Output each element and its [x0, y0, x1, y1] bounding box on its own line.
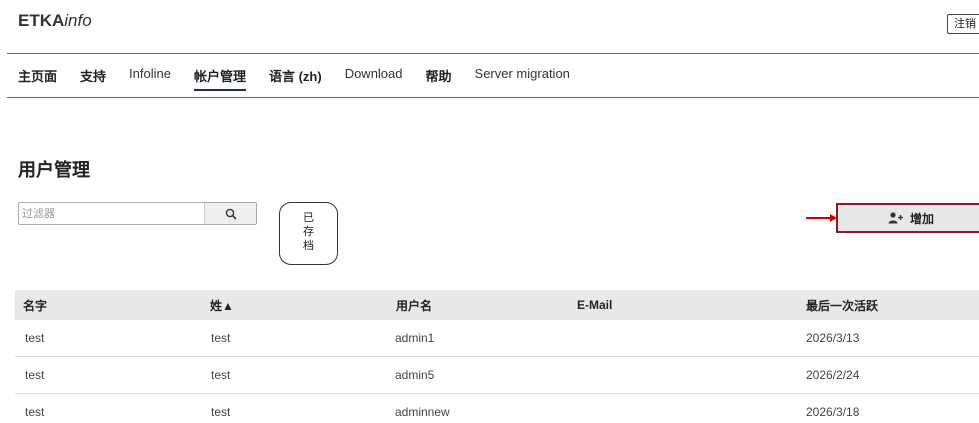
nav-item-3[interactable]: 帐户管理 — [193, 66, 246, 91]
filter-input[interactable] — [19, 203, 205, 224]
search-icon — [225, 208, 237, 220]
column-header-email[interactable]: E-Mail — [577, 290, 612, 320]
cell-first-name: test — [25, 405, 45, 419]
archived-label-char: 档 — [303, 240, 314, 252]
cell-last-name: test — [211, 368, 231, 382]
cell-username: adminnew — [395, 405, 450, 419]
nav-item-5[interactable]: Download — [345, 66, 403, 91]
column-header-username[interactable]: 用户名 — [396, 290, 432, 320]
nav-top-divider — [7, 53, 979, 54]
archived-label-char: 存 — [303, 226, 314, 238]
column-header-first-name[interactable]: 名字 — [23, 290, 47, 320]
archived-toggle-button[interactable]: 已存档 — [279, 202, 338, 265]
nav-bottom-divider — [7, 97, 979, 98]
nav-item-4[interactable]: 语言 (zh) — [269, 66, 322, 91]
add-user-button[interactable]: 增加 — [836, 203, 979, 233]
filter-search-button[interactable] — [205, 203, 256, 224]
add-user-icon — [888, 212, 904, 224]
cell-last-active: 2026/3/18 — [806, 405, 860, 419]
cell-first-name: test — [25, 331, 45, 345]
column-header-last-name[interactable]: 姓▲ — [210, 290, 234, 320]
column-header-last-active[interactable]: 最后一次活跃 — [806, 290, 878, 320]
nav-item-6[interactable]: 帮助 — [426, 66, 452, 91]
cell-username: admin5 — [395, 368, 435, 382]
table-header: 名字 姓▲ 用户名 E-Mail 最后一次活跃 — [15, 290, 979, 320]
nav-item-1[interactable]: 支持 — [80, 66, 106, 91]
add-button-label: 增加 — [910, 211, 935, 226]
cell-last-active: 2026/3/13 — [806, 331, 860, 345]
table-row[interactable]: test test admin1 2026/3/13 — [15, 320, 979, 357]
nav-item-7[interactable]: Server migration — [475, 66, 570, 91]
cell-first-name: test — [25, 368, 45, 382]
cell-last-active: 2026/2/24 — [806, 368, 860, 382]
app-logo: ETKAinfo — [18, 11, 92, 30]
cell-last-name: test — [211, 405, 231, 419]
logout-button[interactable]: 注销 — [947, 14, 979, 34]
cell-username: admin1 — [395, 331, 435, 345]
filter-box — [18, 202, 257, 225]
nav-item-2[interactable]: Infoline — [129, 66, 171, 91]
nav-item-0[interactable]: 主页面 — [18, 66, 57, 91]
page-title: 用户管理 — [18, 160, 90, 180]
table-row[interactable]: test test adminnew 2026/3/18 — [15, 394, 979, 423]
table-row[interactable]: test test admin5 2026/2/24 — [15, 357, 979, 394]
archived-label-char: 已 — [303, 212, 314, 224]
cell-last-name: test — [211, 331, 231, 345]
main-nav: 主页面 支持 Infoline 帐户管理 语言 (zh) Download 帮助 Server… — [18, 66, 593, 91]
